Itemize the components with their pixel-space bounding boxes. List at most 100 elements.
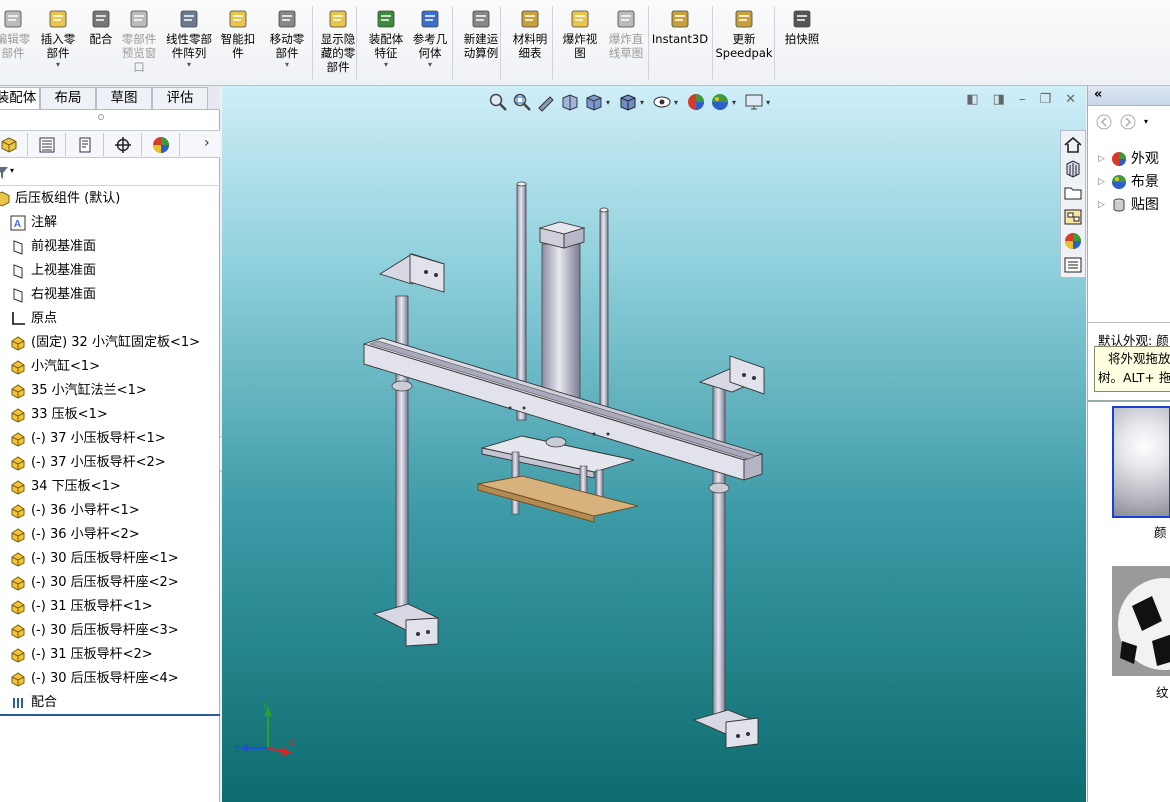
tab-layout[interactable]: 布局 [40, 87, 96, 109]
chevron-right-icon[interactable]: › [204, 135, 210, 151]
tree-root[interactable]: 后压板组件 (默认) [0, 188, 120, 210]
tree-node-scenes[interactable]: ▷ 布景 [1098, 171, 1159, 193]
chevron-down-icon[interactable]: ▾ [56, 61, 60, 69]
tree-item-label: 小汽缸<1> [31, 359, 101, 374]
instant3d-button[interactable]: Instant3D [652, 8, 708, 46]
edit-component-button[interactable]: 编辑零 部件 [0, 8, 36, 60]
tree-item-label: 前视基准面 [31, 239, 97, 254]
ribbon-button-label: 线性零部 [166, 32, 212, 46]
tree-item[interactable]: (-) 36 小导杆<2> [10, 524, 140, 546]
tree-node-decals[interactable]: ▷ 贴图 [1098, 194, 1159, 216]
small-cylinder[interactable] [538, 221, 586, 405]
assembly-model[interactable]: Y X Z [222, 86, 1086, 802]
feature-manager-tab[interactable] [0, 133, 28, 156]
edit-component-icon [2, 8, 24, 30]
linear-pattern-button[interactable]: 线性零部 件阵列 ▾ [160, 8, 218, 69]
back-icon[interactable] [1096, 114, 1112, 130]
lower-press-plate[interactable] [477, 475, 639, 523]
tree-item[interactable]: 原点 [10, 308, 57, 330]
update-speedpak-button[interactable]: 更新 Speedpak [715, 8, 773, 60]
panel-splitter-handle[interactable] [98, 114, 104, 120]
rod-seat-left-bottom[interactable] [372, 603, 440, 647]
smart-fasteners-button[interactable]: 智能扣件 [218, 8, 258, 60]
new-motion-study-button[interactable]: 新建运 动算例 [460, 8, 502, 60]
reference-geometry-button[interactable]: 参考几 何体 ▾ [412, 8, 448, 69]
assembly-features-button[interactable]: 装配体 特征 ▾ [364, 8, 408, 69]
part-icon [11, 456, 25, 471]
tree-item[interactable]: 前视基准面 [10, 236, 96, 258]
tree-filter[interactable]: ▾ [0, 160, 218, 186]
chevron-down-icon[interactable]: ▾ [285, 61, 289, 69]
chevron-down-icon[interactable]: ▾ [428, 61, 432, 69]
tree-item-label: 右视基准面 [31, 287, 97, 302]
appearance-swatch-texture[interactable] [1112, 566, 1170, 676]
tree-item[interactable]: (-) 37 小压板导杆<2> [10, 452, 166, 474]
design-library-icon[interactable] [1063, 159, 1083, 179]
tree-item[interactable]: (-) 30 后压板导杆座<3> [10, 620, 179, 642]
ribbon-button-label: 图 [574, 46, 586, 60]
tree-item[interactable]: 配合 [10, 692, 57, 714]
part-icon [11, 480, 25, 495]
tree-item[interactable]: (-) 31 压板导杆<1> [10, 596, 153, 618]
mate-button[interactable]: 配合 [84, 8, 118, 46]
explode-line-sketch-button[interactable]: 爆炸直 线草图 [604, 8, 648, 60]
insert-components-button[interactable]: 插入零 部件 ▾ [38, 8, 78, 69]
ribbon-button-label: 何体 [418, 46, 442, 60]
take-snapshot-button[interactable]: 拍快照 [782, 8, 822, 46]
tree-item[interactable]: (-) 31 压板导杆<2> [10, 644, 153, 666]
ribbon-button-label: 部件 [275, 46, 299, 60]
move-component-button[interactable]: 移动零 部件 ▾ [264, 8, 310, 69]
tree-item[interactable]: (-) 37 小压板导杆<1> [10, 428, 166, 450]
rod-seat-right-top[interactable] [698, 355, 766, 395]
folder-icon[interactable] [1063, 183, 1083, 203]
chevron-down-icon[interactable]: ▾ [187, 61, 191, 69]
custom-properties-icon[interactable] [1063, 255, 1083, 275]
tree-item[interactable]: 35 小汽缸法兰<1> [10, 380, 147, 402]
plane-icon [13, 288, 23, 303]
tree-item[interactable]: A 注解 [10, 212, 57, 234]
tab-assembly[interactable]: 装配体 [0, 87, 40, 109]
tree-item[interactable]: (-) 30 后压板导杆座<2> [10, 572, 179, 594]
chevron-down-icon[interactable]: ▾ [1144, 114, 1148, 130]
property-manager-tab[interactable] [28, 133, 66, 156]
view-palette-icon[interactable] [1063, 207, 1083, 227]
ribbon-button-label: 部件 [326, 60, 350, 74]
ribbon-button-label: 件阵列 [171, 46, 207, 60]
forward-icon[interactable] [1120, 114, 1136, 130]
display-manager-tab[interactable] [142, 133, 180, 156]
double-chevron-left-icon[interactable]: « [1094, 87, 1102, 102]
tab-evaluate[interactable]: 评估 [152, 87, 208, 109]
component-preview-button[interactable]: 零部件 预览窗口 [118, 8, 160, 74]
tree-item[interactable]: 34 下压板<1> [10, 476, 121, 498]
tree-item[interactable]: 小汽缸<1> [10, 356, 100, 378]
bill-of-materials-button[interactable]: 材料明 细表 [510, 8, 550, 60]
rod-seat-left-top[interactable] [378, 253, 446, 293]
tree-item[interactable]: 33 压板<1> [10, 404, 108, 426]
guide-rod-right[interactable] [708, 385, 730, 727]
graphics-viewport[interactable]: ▾ ▾ ▾ ▾ ▾ ◧ ◨ – ❐ ✕ Y X Z [222, 86, 1086, 802]
tree-item[interactable]: (固定) 32 小汽缸固定板<1> [10, 332, 200, 354]
tree-item[interactable]: (-) 30 后压板导杆座<1> [10, 548, 179, 570]
home-icon[interactable] [1063, 135, 1083, 155]
appearances-icon[interactable] [1063, 231, 1083, 251]
tree-item[interactable]: (-) 36 小导杆<1> [10, 500, 140, 522]
tree-item-label: (-) 30 后压板导杆座<1> [31, 551, 179, 566]
tree-item[interactable]: (-) 30 后压板导杆座<4> [10, 668, 179, 690]
chevron-down-icon[interactable]: ▾ [384, 61, 388, 69]
tree-item[interactable]: 上视基准面 [10, 260, 96, 282]
dimxpert-tab[interactable] [104, 133, 142, 156]
part-icon [11, 504, 25, 519]
ribbon-button-label: 配合 [89, 32, 113, 46]
rod-seat-right-bottom[interactable] [692, 709, 760, 749]
swatch-label: 颜 [1154, 525, 1167, 540]
tab-sketch[interactable]: 草图 [96, 87, 152, 109]
tree-rollback-bar[interactable] [0, 714, 220, 716]
show-hidden-components-button[interactable]: 显示隐 藏的零 部件 [316, 8, 360, 74]
exploded-view-button[interactable]: 爆炸视图 [560, 8, 600, 60]
tree-node-appearances[interactable]: ▷ 外观 [1098, 148, 1159, 170]
appearance-swatch-color[interactable] [1112, 406, 1170, 518]
tree-item-label: (-) 30 后压板导杆座<4> [31, 671, 179, 686]
tree-item[interactable]: 右视基准面 [10, 284, 96, 306]
tree-item-label: (-) 30 后压板导杆座<2> [31, 575, 179, 590]
configuration-manager-tab[interactable] [66, 133, 104, 156]
